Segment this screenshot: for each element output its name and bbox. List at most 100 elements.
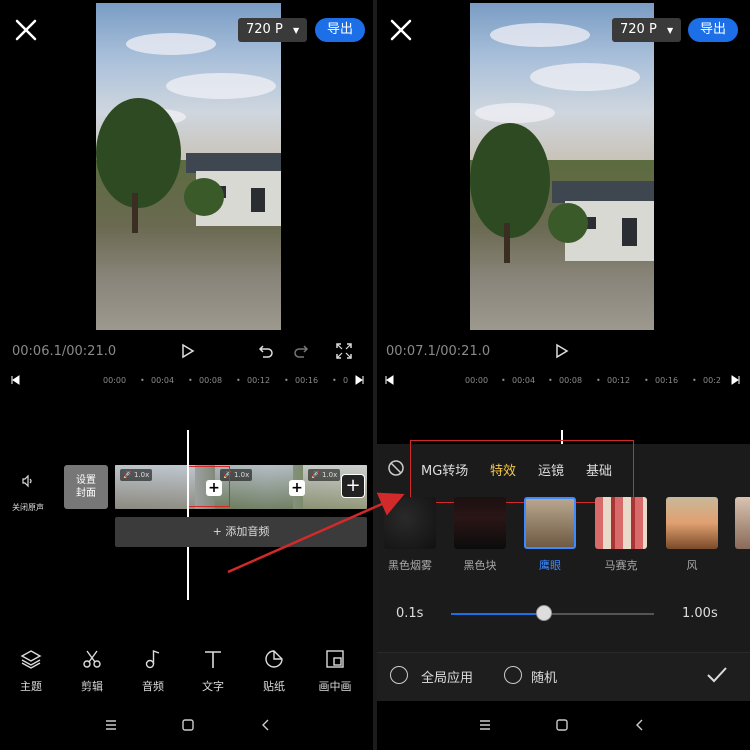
export-button[interactable]: 导出 — [688, 18, 738, 42]
effect-thumbnail — [384, 497, 436, 549]
skip-end-icon[interactable] — [731, 375, 741, 385]
speaker-icon[interactable] — [21, 474, 35, 488]
skip-start-icon[interactable] — [384, 375, 394, 385]
close-icon[interactable] — [12, 16, 40, 44]
ruler-tick: 0 — [343, 376, 349, 385]
cover-label-line2: 封面 — [76, 488, 96, 499]
random-radio[interactable] — [504, 666, 522, 684]
confirm-check-icon[interactable] — [706, 665, 728, 685]
duration-slider-fill — [451, 613, 545, 615]
ruler-tick: 00:08 — [199, 376, 223, 385]
fullscreen-icon[interactable] — [335, 342, 353, 360]
effect-partial[interactable] — [735, 497, 750, 549]
add-audio-button[interactable]: + 添加音频 — [115, 517, 367, 547]
menu-icon[interactable] — [104, 718, 118, 732]
effect-label: 鹰眼 — [539, 559, 561, 572]
effect-label: 风 — [686, 559, 698, 572]
effect-label: 黑色块 — [463, 559, 497, 572]
add-clip-button[interactable]: + — [341, 474, 365, 498]
resolution-dropdown[interactable]: 720 P ▼ — [612, 18, 682, 42]
tool-label: 主题 — [20, 680, 42, 693]
effect-eagle-eye[interactable]: 鹰眼 — [524, 497, 576, 573]
effect-mosaic[interactable]: 马赛克 — [595, 497, 647, 573]
tool-theme[interactable]: 主题 — [6, 648, 56, 694]
effect-thumbnail — [595, 497, 647, 549]
add-transition-button[interactable]: + — [289, 480, 305, 496]
ruler-tick: 00:08 — [559, 376, 583, 385]
tool-edit[interactable]: 剪辑 — [67, 648, 117, 694]
text-icon — [205, 651, 221, 668]
tool-audio[interactable]: 音频 — [128, 648, 178, 694]
effect-label: 黑色烟雾 — [388, 559, 432, 572]
dropdown-arrow-icon: ▼ — [666, 26, 674, 35]
annotation-box — [410, 440, 634, 503]
effect-black-smoke[interactable]: 黑色烟雾 — [384, 497, 436, 573]
ruler-tick: 00:12 — [607, 376, 631, 385]
close-icon[interactable] — [387, 16, 415, 44]
ruler-tick: 00:00 — [465, 376, 489, 385]
tool-label: 剪辑 — [81, 680, 103, 693]
tool-label: 画中画 — [318, 680, 352, 693]
tool-label: 音频 — [142, 680, 164, 693]
random-label: 随机 — [531, 671, 558, 686]
skip-end-icon[interactable] — [355, 375, 365, 385]
clip-speed-badge: 🚀 1.0x — [308, 469, 341, 481]
ruler-tick: 00:16 — [295, 376, 319, 385]
home-icon[interactable] — [555, 718, 569, 732]
sticker-icon — [265, 650, 283, 668]
layers-icon — [20, 650, 42, 669]
add-audio-label: 添加音频 — [225, 525, 270, 538]
resolution-value: 720 P — [620, 22, 657, 37]
skip-start-icon[interactable] — [10, 375, 20, 385]
ruler-tick: 00:04 — [151, 376, 175, 385]
duration-min-label: 0.1s — [396, 606, 424, 621]
resolution-dropdown[interactable]: 720 P ▼ — [238, 18, 308, 42]
video-preview[interactable] — [96, 3, 281, 330]
undo-icon[interactable] — [257, 342, 275, 360]
ruler-tick: 00:04 — [512, 376, 536, 385]
annotation-box — [188, 466, 230, 507]
ruler-tick: 00:00 — [103, 376, 127, 385]
music-note-icon — [145, 650, 160, 669]
play-icon[interactable] — [554, 343, 570, 359]
duration-slider-track[interactable] — [451, 605, 654, 621]
effect-thumbnail — [735, 497, 750, 549]
no-transition-icon[interactable] — [387, 459, 405, 477]
apply-all-label: 全局应用 — [421, 671, 474, 686]
tool-sticker[interactable]: 贴纸 — [249, 648, 299, 694]
redo-icon[interactable] — [292, 342, 310, 360]
scissors-icon — [83, 650, 101, 668]
home-icon[interactable] — [181, 718, 195, 732]
ruler-tick: 00:2 — [703, 376, 721, 385]
menu-icon[interactable] — [478, 718, 492, 732]
ruler-tick: 00:16 — [655, 376, 679, 385]
export-button[interactable]: 导出 — [315, 18, 365, 42]
tool-label: 文字 — [202, 680, 224, 693]
ruler-tick: 00:12 — [247, 376, 271, 385]
playback-time: 00:07.1/00:21.0 — [386, 344, 491, 359]
mute-original-label: 关闭原声 — [12, 503, 44, 512]
playback-time: 00:06.1/00:21.0 — [12, 344, 117, 359]
plus-icon: + — [212, 525, 226, 538]
back-icon[interactable] — [633, 718, 647, 732]
resolution-value: 720 P — [246, 22, 283, 37]
playhead[interactable] — [187, 430, 189, 600]
picture-in-picture-icon — [326, 650, 344, 668]
tool-text[interactable]: 文字 — [188, 648, 238, 694]
left-editor-screen: 00:06.1/00:21.0 720 P ▼ 导出 00:00 • 00:04… — [0, 0, 373, 750]
timeline-ruler: 00:00 • 00:04 • 00:08 • 00:12 • 00:16 • … — [377, 372, 750, 388]
dropdown-arrow-icon: ▼ — [292, 26, 300, 35]
play-icon[interactable] — [180, 343, 196, 359]
right-editor-screen: 00:07.1/00:21.0 720 P ▼ 导出 00:00 • 00:04… — [377, 0, 750, 750]
effect-thumbnail — [524, 497, 576, 549]
duration-max-label: 1.00s — [682, 606, 718, 621]
effect-black-block[interactable]: 黑色块 — [454, 497, 506, 573]
video-preview[interactable] — [470, 3, 654, 330]
apply-all-radio[interactable] — [390, 666, 408, 684]
back-icon[interactable] — [259, 718, 273, 732]
effect-label: 马赛克 — [604, 559, 638, 572]
cover-label-line1: 设置 — [76, 475, 96, 486]
tool-picture-in-picture[interactable]: 画中画 — [310, 648, 360, 694]
effect-wind[interactable]: 风 — [666, 497, 718, 573]
set-cover-button[interactable]: 设置 封面 — [64, 465, 108, 509]
